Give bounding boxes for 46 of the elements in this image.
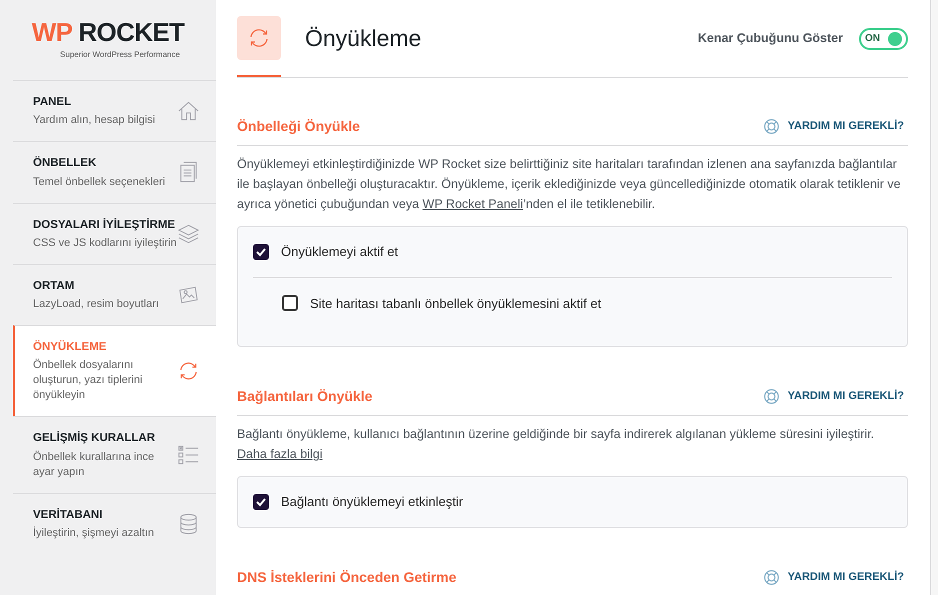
sidebar-item-title: ORTAM [33, 278, 76, 294]
checkbox[interactable] [282, 295, 298, 312]
sidebar-toggle[interactable]: ON [859, 28, 908, 50]
help-link[interactable]: YARDIM MI GEREKLİ? [762, 388, 904, 405]
sidebar-item-subtitle: Önbellek dosyalarını oluşturun, yazı tiplerini önyükleyin [33, 358, 144, 404]
section-description: Bağlantı önyükleme, kullanıcı bağlantının üzerine geldiğinde bir sayfa indirerek algılanan yükleme süresini iyileştirir. Daha fazla bilgi [237, 426, 876, 463]
text-link[interactable]: Daha fazla bilgi [237, 447, 322, 461]
section-title: Önbelleği Önyükle [237, 117, 360, 136]
sidebar-item-subtitle: Temel önbellek seçenekleri [33, 174, 166, 190]
section-title: Bağlantıları Önyükle [237, 387, 372, 406]
sidebar-item-subtitle: LazyLoad, resim boyutları [33, 297, 160, 312]
section-title: DNS İsteklerini Önceden Getirme [237, 568, 456, 586]
checkbox[interactable] [253, 494, 269, 510]
sidebar-item-title: DOSYALARI İYİLEŞTİRME [33, 217, 176, 232]
page-title: Önyükleme [305, 24, 422, 54]
sidebar-item[interactable]: PANEL Yardım alın, hesap bilgisi [13, 80, 216, 142]
lifebuoy-icon [762, 568, 780, 586]
checkbox-option[interactable]: Bağlantı önyüklemeyi etkinleştir [253, 492, 464, 512]
sidebar-item-subtitle: İyileştirin, şişmeyi azaltın [33, 526, 156, 541]
help-link[interactable]: YARDIM MI GEREKLİ? [762, 568, 904, 586]
help-link[interactable]: YARDIM MI GEREKLİ? [762, 118, 904, 135]
sidebar-item[interactable]: DOSYALARI İYİLEŞTİRME CSS ve JS kodlarını iyileştirin [13, 202, 216, 264]
sidebar-item-title: PANEL [33, 95, 72, 110]
sidebar-item-subtitle: Yardım alın, hesap bilgisi [33, 113, 156, 128]
sidebar-item[interactable]: VERİTABANI İyileştirin, şişmeyi azaltın [13, 492, 216, 554]
lifebuoy-icon [762, 118, 780, 135]
sidebar-item-subtitle: Önbellek kurallarına ince ayar yapın [33, 450, 156, 480]
sidebar-item-title: VERİTABANI [33, 507, 104, 522]
section-description: Önyüklemeyi etkinleştirdiğinizde WP Rocket size belirttiğiniz site haritaları tarafından izlenen ana sayfanızda bağlantılar ile başlayan önbelleği oluşturacaktır. Önyükleme, içerik eklediğinizde veya güncellediğinizde otomatik olarak tetiklenir ve ayrıca yönetici çubuğundan veya WP Rocket Paneli’nden el ile tetiklenebilir. [237, 156, 902, 213]
checkbox[interactable] [253, 244, 269, 260]
logo-wordmark: WP ROCKET [32, 19, 184, 45]
sidebar-item-title: ÖNBELLEK [33, 155, 98, 172]
checkbox-option[interactable]: Önyüklemeyi aktif et [253, 242, 398, 262]
checkmark-icon [255, 496, 267, 508]
sidebar-item-subtitle: CSS ve JS kodlarını iyileştirin [33, 236, 177, 251]
sidebar-item[interactable]: ÖNBELLEK Temel önbellek seçenekleri [13, 141, 216, 202]
text-link[interactable]: WP Rocket Paneli [422, 197, 524, 211]
checkbox-option[interactable]: Site haritası tabanlı önbellek önyüklemesini aktif et [282, 294, 602, 313]
sidebar-item[interactable]: GELİŞMİŞ KURALLAR Önbellek kurallarına ince ayar yapın [13, 416, 216, 492]
sidebar-item-title: ÖNYÜKLEME [33, 339, 108, 355]
sidebar-item-title: GELİŞMİŞ KURALLAR [33, 430, 156, 446]
toggle-label: Kenar Çubuğunu Göster [698, 30, 843, 48]
logo-tagline: Superior WordPress Performance [60, 49, 180, 61]
lifebuoy-icon [762, 388, 780, 405]
checkmark-icon [255, 246, 267, 258]
sidebar-item[interactable]: ÖNYÜKLEME Önbellek dosyalarını oluşturun, yazı tiplerini önyükleyin [13, 325, 216, 416]
